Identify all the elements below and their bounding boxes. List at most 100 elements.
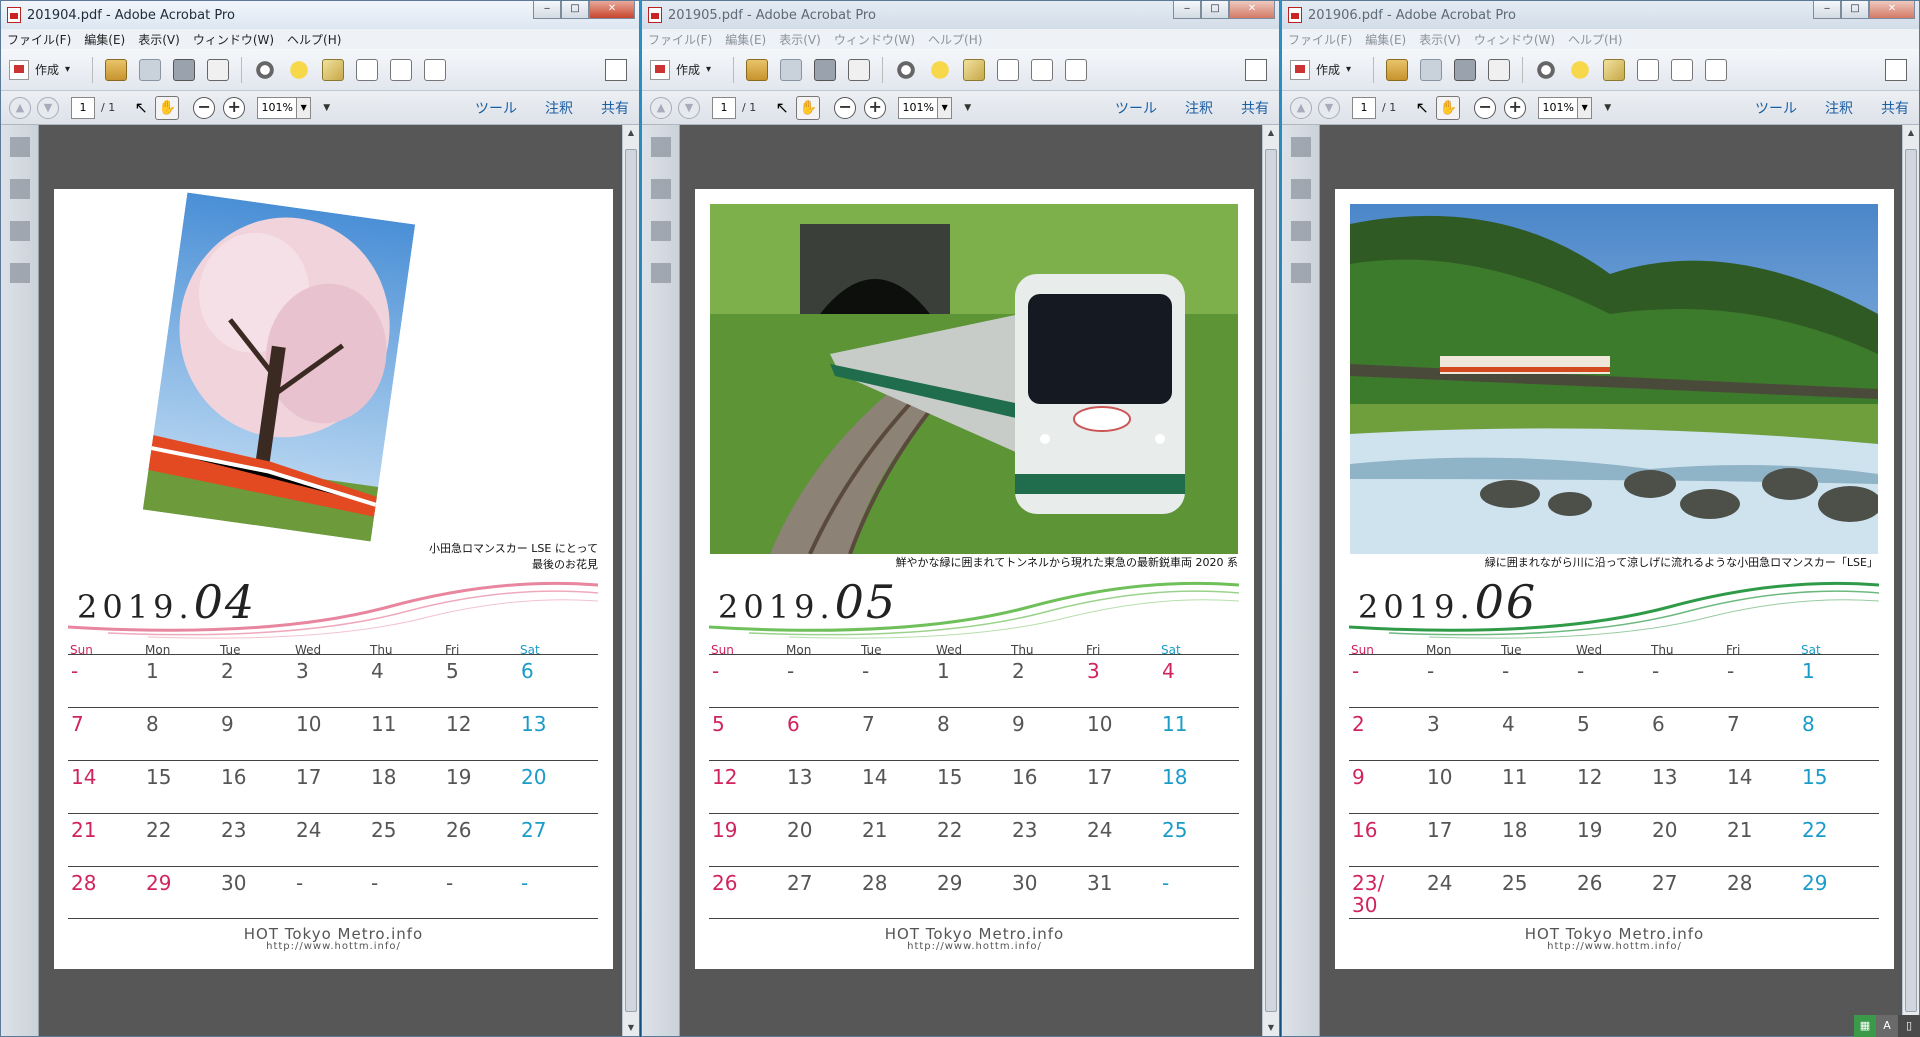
combine-document-icon[interactable]	[1705, 58, 1728, 81]
save-icon[interactable]	[780, 58, 803, 81]
export-document-icon[interactable]	[390, 58, 413, 81]
acrobat-window[interactable]: 201906.pdf - Adobe Acrobat Pro ‒ □ ✕ ファイル(F)…	[1281, 0, 1920, 1037]
title-bar[interactable]: 201904.pdf - Adobe Acrobat Pro ‒ □ ✕	[1, 1, 639, 29]
close-button[interactable]: ✕	[1229, 1, 1275, 19]
zoom-dropdown-icon[interactable]: ▼	[938, 96, 953, 119]
close-button[interactable]: ✕	[589, 1, 635, 19]
zoom-out-icon[interactable]: −	[193, 96, 216, 119]
menu-item[interactable]: ファイル(F)	[1288, 31, 1352, 48]
zoom-input[interactable]: 101%	[898, 96, 939, 119]
settings-gear-icon[interactable]	[1535, 58, 1558, 81]
zoom-dropdown-icon[interactable]: ▼	[297, 96, 312, 119]
menu-item[interactable]: ウィンドウ(W)	[193, 31, 274, 48]
open-folder-icon[interactable]	[1386, 58, 1409, 81]
document-icon[interactable]	[997, 58, 1020, 81]
document-icon[interactable]	[1637, 58, 1660, 81]
create-button[interactable]: 作成 ▾	[1290, 59, 1351, 80]
settings-gear-icon[interactable]	[895, 58, 918, 81]
acrobat-window[interactable]: 201904.pdf - Adobe Acrobat Pro ‒ □ ✕ ファイル(F)…	[0, 0, 640, 1037]
menu-item[interactable]: 編集(E)	[1365, 31, 1406, 48]
next-page-icon[interactable]: ▼	[37, 96, 59, 119]
tray-icon[interactable]: A	[1876, 1015, 1898, 1037]
create-button[interactable]: 作成 ▾	[650, 59, 711, 80]
print-icon[interactable]	[173, 58, 196, 81]
toolbar-options-icon[interactable]: ▼	[964, 103, 971, 113]
maximize-button[interactable]: □	[561, 1, 589, 19]
maximize-button[interactable]: □	[1201, 1, 1229, 19]
minimize-button[interactable]: ‒	[1813, 1, 1841, 19]
comment-bubble-icon[interactable]	[288, 58, 311, 81]
zoom-out-icon[interactable]: −	[1474, 96, 1497, 119]
vertical-scrollbar[interactable]: ▲▼	[1902, 125, 1919, 1036]
menu-item[interactable]: ヘルプ(H)	[928, 31, 982, 48]
zoom-input[interactable]: 101%	[1538, 96, 1579, 119]
export-document-icon[interactable]	[1671, 58, 1694, 81]
menu-item[interactable]: ファイル(F)	[7, 31, 71, 48]
document-icon[interactable]	[356, 58, 379, 81]
tools-link[interactable]: ツール	[1115, 98, 1157, 118]
comment-link[interactable]: 注釈	[1185, 98, 1213, 118]
title-bar[interactable]: 201906.pdf - Adobe Acrobat Pro ‒ □ ✕	[1282, 1, 1919, 29]
comment-link[interactable]: 注釈	[545, 98, 573, 118]
hand-tool-icon[interactable]: ✋	[796, 95, 821, 120]
close-button[interactable]: ✕	[1869, 1, 1915, 19]
menu-item[interactable]: ファイル(F)	[648, 31, 712, 48]
tools-link[interactable]: ツール	[1755, 98, 1797, 118]
scroll-thumb[interactable]	[1905, 149, 1917, 1012]
save-icon[interactable]	[139, 58, 162, 81]
hand-tool-icon[interactable]: ✋	[155, 95, 180, 120]
select-cursor-icon[interactable]: ↖	[131, 97, 151, 119]
signatures-panel-icon[interactable]	[10, 263, 30, 283]
next-page-icon[interactable]: ▼	[678, 96, 700, 119]
page-number-input[interactable]: 1	[1352, 96, 1376, 119]
bookmarks-panel-icon[interactable]	[10, 179, 30, 199]
zoom-dropdown-icon[interactable]: ▼	[1578, 96, 1593, 119]
scroll-up-icon[interactable]: ▲	[1263, 125, 1279, 141]
comment-bubble-icon[interactable]	[929, 58, 952, 81]
toolbar-options-icon[interactable]: ▼	[1604, 103, 1611, 113]
attachments-panel-icon[interactable]	[1291, 221, 1311, 241]
print-icon[interactable]	[1454, 58, 1477, 81]
tray-icon[interactable]: ▯	[1898, 1015, 1920, 1037]
previous-page-icon[interactable]: ▲	[9, 96, 31, 119]
share-link[interactable]: 共有	[601, 98, 629, 118]
acrobat-window[interactable]: 201905.pdf - Adobe Acrobat Pro ‒ □ ✕ ファイル(F)…	[641, 0, 1280, 1037]
print-icon[interactable]	[814, 58, 837, 81]
attachments-panel-icon[interactable]	[651, 221, 671, 241]
scroll-up-icon[interactable]: ▲	[1903, 125, 1919, 141]
minimize-button[interactable]: ‒	[1173, 1, 1201, 19]
email-icon[interactable]	[1488, 58, 1511, 81]
combine-document-icon[interactable]	[1065, 58, 1088, 81]
select-cursor-icon[interactable]: ↖	[772, 97, 792, 119]
menu-item[interactable]: 表示(V)	[779, 31, 821, 48]
page-number-input[interactable]: 1	[712, 96, 736, 119]
zoom-in-icon[interactable]: +	[864, 96, 887, 119]
zoom-input[interactable]: 101%	[257, 96, 298, 119]
email-icon[interactable]	[848, 58, 871, 81]
open-folder-icon[interactable]	[746, 58, 769, 81]
comment-bubble-icon[interactable]	[1569, 58, 1592, 81]
scroll-down-icon[interactable]: ▼	[623, 1020, 639, 1036]
zoom-in-icon[interactable]: +	[223, 96, 246, 119]
expand-view-icon[interactable]	[605, 59, 627, 81]
page-number-input[interactable]: 1	[71, 96, 95, 119]
previous-page-icon[interactable]: ▲	[650, 96, 672, 119]
menu-item[interactable]: 表示(V)	[138, 31, 180, 48]
pages-panel-icon[interactable]	[10, 137, 30, 157]
attachments-panel-icon[interactable]	[10, 221, 30, 241]
toolbar-options-icon[interactable]: ▼	[323, 103, 330, 113]
settings-gear-icon[interactable]	[254, 58, 277, 81]
bookmarks-panel-icon[interactable]	[1291, 179, 1311, 199]
combine-document-icon[interactable]	[424, 58, 447, 81]
bookmarks-panel-icon[interactable]	[651, 179, 671, 199]
expand-view-icon[interactable]	[1245, 59, 1267, 81]
tools-link[interactable]: ツール	[475, 98, 517, 118]
scroll-thumb[interactable]	[1265, 149, 1277, 1012]
scroll-down-icon[interactable]: ▼	[1263, 1020, 1279, 1036]
expand-view-icon[interactable]	[1885, 59, 1907, 81]
create-button[interactable]: 作成 ▾	[9, 59, 70, 80]
hand-tool-icon[interactable]: ✋	[1436, 95, 1461, 120]
menu-item[interactable]: 編集(E)	[725, 31, 766, 48]
menu-item[interactable]: ヘルプ(H)	[287, 31, 341, 48]
menu-item[interactable]: ウィンドウ(W)	[834, 31, 915, 48]
